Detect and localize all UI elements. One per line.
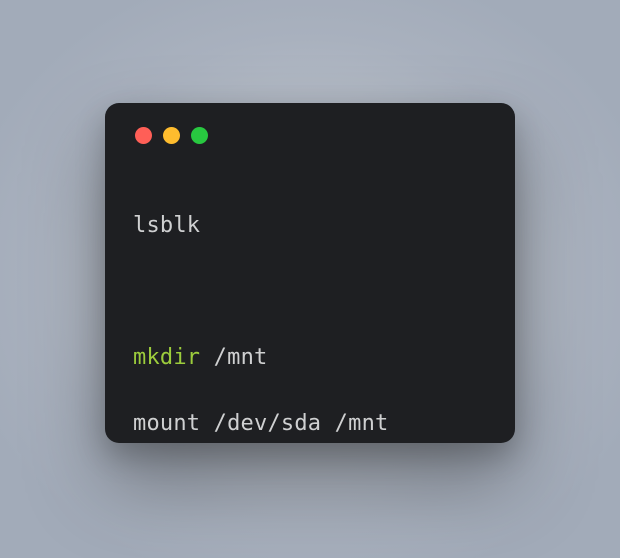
cmd-mkdir: mkdir bbox=[133, 345, 200, 370]
window-controls bbox=[135, 127, 487, 144]
minimize-icon[interactable] bbox=[163, 127, 180, 144]
blank-line bbox=[133, 275, 487, 308]
code-line-4: mount /dev/sda /mnt bbox=[133, 407, 487, 440]
code-line-3: mkdir /mnt bbox=[133, 341, 487, 374]
arg-mnt: /mnt bbox=[200, 345, 267, 370]
code-line-1: lsblk bbox=[133, 209, 487, 242]
terminal-content[interactable]: lsblk mkdir /mnt mount /dev/sda /mnt bbox=[133, 176, 487, 506]
zoom-icon[interactable] bbox=[191, 127, 208, 144]
close-icon[interactable] bbox=[135, 127, 152, 144]
cmd-lsblk: lsblk bbox=[133, 213, 200, 238]
cmd-mount: mount /dev/sda /mnt bbox=[133, 411, 388, 436]
terminal-window: lsblk mkdir /mnt mount /dev/sda /mnt bbox=[105, 103, 515, 443]
